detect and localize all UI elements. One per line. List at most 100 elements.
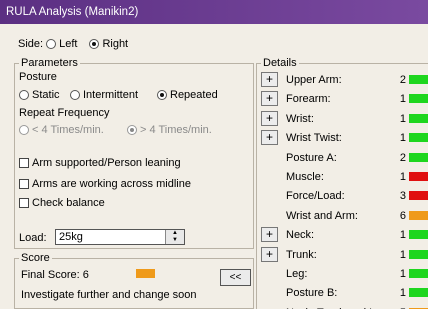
side-left-label: Left (59, 38, 78, 50)
check-balance-checkbox[interactable] (19, 198, 29, 208)
posture-repeated-label: Repeated (170, 89, 218, 101)
arms-midline-label: Arms are working across midline (32, 178, 191, 190)
repeat-low-radio[interactable] (19, 125, 29, 135)
detail-color-swatch (409, 172, 428, 181)
detail-row: + Wrist: 1 (258, 110, 428, 130)
score-message: Investigate further and change soon (21, 289, 197, 301)
spin-down-icon[interactable]: ▼ (166, 237, 184, 244)
repeat-high-option[interactable]: > 4 Times/min. (127, 124, 212, 136)
posture-intermittent-label: Intermittent (83, 89, 139, 101)
repeat-frequency-label: Repeat Frequency (19, 107, 110, 119)
detail-label: Wrist and Arm: (286, 209, 358, 222)
detail-value: 2 (399, 151, 406, 164)
expand-button[interactable]: + (261, 110, 278, 126)
posture-repeated-option[interactable]: Repeated (157, 89, 218, 101)
detail-value: 2 (399, 74, 406, 86)
posture-repeated-radio[interactable] (157, 90, 167, 100)
detail-color-swatch (409, 133, 428, 143)
detail-label: Trunk: (286, 248, 317, 261)
parameters-group: Parameters (14, 57, 254, 249)
detail-value: 1 (399, 93, 406, 106)
side-right-label: Right (102, 38, 129, 50)
window-title: RULA Analysis (Manikin2) (6, 6, 139, 18)
detail-label: Upper Arm: (286, 74, 342, 86)
detail-color-swatch (409, 249, 428, 259)
side-label: Side: (18, 38, 44, 50)
detail-color-swatch (409, 113, 428, 123)
detail-value: 1 (399, 112, 406, 125)
detail-row: Wrist and Arm: 6 (258, 207, 428, 227)
detail-row: + Forearm: 1 (258, 90, 428, 110)
detail-value: 1 (399, 248, 406, 261)
check-balance-label: Check balance (32, 197, 105, 209)
detail-row: + Upper Arm: 2 (258, 71, 428, 91)
collapse-details-button[interactable]: << (220, 269, 251, 286)
detail-row: Neck, Trunk and Leg:5 (258, 304, 428, 309)
arm-supported-option[interactable]: Arm supported/Person leaning (19, 157, 181, 169)
detail-label: Leg: (286, 268, 308, 280)
detail-color-swatch (409, 288, 428, 298)
detail-value: 3 (399, 190, 406, 203)
detail-row: + Trunk: 1 (258, 246, 428, 266)
detail-label: Force/Load: (286, 190, 345, 203)
detail-color-swatch (409, 75, 428, 84)
expand-button[interactable]: + (261, 246, 278, 262)
final-score-label: Final Score: 6 (21, 269, 89, 281)
score-legend: Score (21, 252, 50, 264)
posture-static-option[interactable]: Static (19, 89, 60, 101)
detail-color-swatch (409, 152, 428, 162)
arms-midline-checkbox[interactable] (19, 179, 29, 189)
details-legend: Details (263, 57, 297, 69)
posture-intermittent-radio[interactable] (70, 90, 80, 100)
side-left-radio[interactable] (46, 39, 57, 49)
parameters-legend: Parameters (21, 57, 78, 69)
spin-up-icon[interactable]: ▲ (166, 230, 184, 237)
check-balance-option[interactable]: Check balance (19, 197, 105, 209)
arm-supported-checkbox[interactable] (19, 158, 29, 168)
final-score-swatch (136, 269, 155, 278)
detail-label: Wrist Twist: (286, 132, 342, 145)
detail-color-swatch (409, 269, 428, 278)
detail-label: Posture B: (286, 287, 338, 300)
posture-label: Posture (19, 71, 57, 83)
expand-button[interactable]: + (261, 91, 278, 107)
detail-value: 1 (399, 171, 406, 183)
detail-row: Posture A: 2 (258, 149, 428, 169)
detail-row: + Wrist Twist: 1 (258, 129, 428, 149)
detail-value: 1 (399, 132, 406, 145)
detail-color-swatch (409, 210, 428, 220)
load-spinner[interactable]: ▲ ▼ (165, 230, 184, 244)
side-selector: Side: Left Right (18, 38, 128, 50)
expand-button[interactable]: + (261, 227, 278, 243)
detail-label: Neck: (286, 229, 315, 242)
detail-row: Leg: 1 (258, 265, 428, 285)
repeat-high-label: > 4 Times/min. (140, 124, 212, 136)
detail-row: + Neck: 1 (258, 226, 428, 246)
expand-button[interactable]: + (261, 130, 278, 146)
load-label: Load: (19, 232, 47, 244)
detail-label: Posture A: (286, 151, 337, 164)
detail-label: Forearm: (286, 93, 331, 106)
detail-value: 1 (399, 287, 406, 300)
posture-static-radio[interactable] (19, 90, 29, 100)
arm-supported-label: Arm supported/Person leaning (32, 157, 181, 169)
repeat-low-option[interactable]: < 4 Times/min. (19, 124, 104, 136)
load-value: 25kg (59, 231, 83, 243)
detail-label: Wrist: (286, 112, 314, 125)
detail-row: Force/Load: 3 (258, 187, 428, 207)
posture-static-label: Static (32, 89, 60, 101)
detail-value: 6 (399, 209, 406, 222)
detail-label: Muscle: (286, 171, 324, 183)
detail-color-swatch (409, 94, 428, 104)
repeat-low-label: < 4 Times/min. (32, 124, 104, 136)
detail-color-swatch (409, 230, 428, 240)
expand-button[interactable]: + (261, 72, 278, 87)
posture-intermittent-option[interactable]: Intermittent (70, 89, 138, 101)
repeat-high-radio[interactable] (127, 125, 137, 135)
detail-row: Posture B: 1 (258, 284, 428, 304)
title-bar: RULA Analysis (Manikin2) (0, 0, 428, 24)
detail-value: 1 (399, 268, 406, 280)
side-right-radio[interactable] (89, 39, 100, 49)
detail-color-swatch (409, 191, 428, 201)
arms-midline-option[interactable]: Arms are working across midline (19, 178, 191, 190)
